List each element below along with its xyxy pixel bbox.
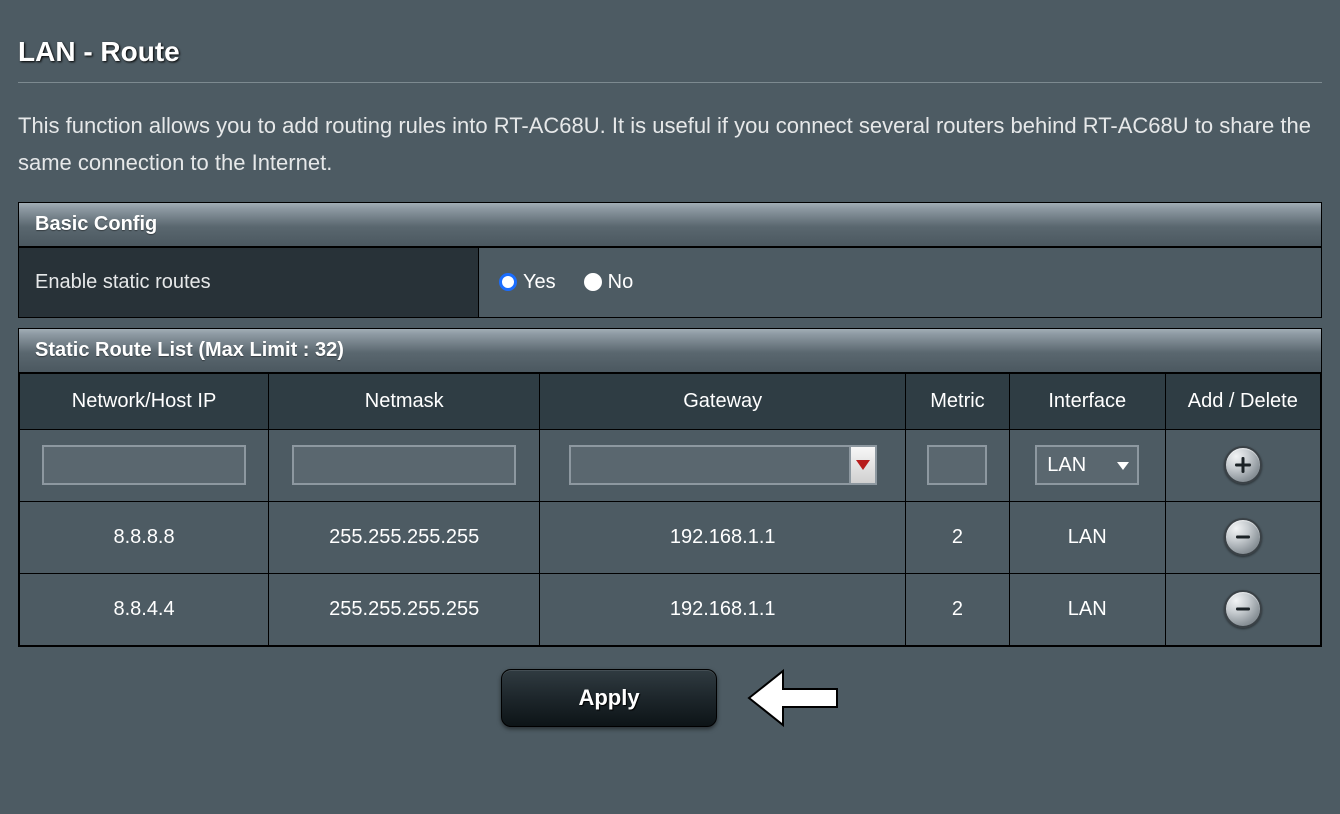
route-table: Network/Host IP Netmask Gateway Metric I… (19, 373, 1321, 646)
route-gateway: 192.168.1.1 (540, 501, 906, 573)
delete-route-button[interactable] (1224, 518, 1262, 556)
basic-config-panel: Basic Config Enable static routes Yes No (18, 202, 1322, 318)
route-table-header-row: Network/Host IP Netmask Gateway Metric I… (20, 373, 1321, 429)
arrow-left-icon (747, 665, 839, 731)
new-interface-select[interactable]: LAN (1035, 445, 1139, 485)
route-gateway: 192.168.1.1 (540, 573, 906, 645)
minus-icon (1233, 527, 1253, 547)
col-header-metric: Metric (906, 373, 1010, 429)
apply-button[interactable]: Apply (501, 669, 717, 727)
col-header-iface: Interface (1009, 373, 1165, 429)
route-row: 8.8.4.4 255.255.255.255 192.168.1.1 2 LA… (20, 573, 1321, 645)
apply-button-label: Apply (578, 685, 639, 711)
new-ip-input[interactable] (42, 445, 246, 485)
chevron-down-icon (856, 460, 870, 470)
enable-static-routes-value: Yes No (479, 248, 1321, 317)
basic-config-header: Basic Config (19, 203, 1321, 247)
route-mask: 255.255.255.255 (269, 573, 540, 645)
route-iface: LAN (1009, 501, 1165, 573)
static-route-header: Static Route List (Max Limit : 32) (19, 329, 1321, 373)
radio-no[interactable] (584, 273, 602, 291)
route-metric: 2 (906, 573, 1010, 645)
route-row: 8.8.8.8 255.255.255.255 192.168.1.1 2 LA… (20, 501, 1321, 573)
radio-no-label: No (608, 271, 634, 294)
col-header-action: Add / Delete (1165, 373, 1320, 429)
radio-no-wrap[interactable]: No (584, 271, 634, 294)
radio-yes[interactable] (499, 273, 517, 291)
minus-icon (1233, 599, 1253, 619)
new-gateway-input[interactable] (569, 445, 849, 485)
new-interface-selected: LAN (1047, 454, 1086, 477)
page-title: LAN - Route (18, 36, 1322, 68)
route-mask: 255.255.255.255 (269, 501, 540, 573)
gateway-dropdown-button[interactable] (849, 445, 877, 485)
route-metric: 2 (906, 501, 1010, 573)
route-ip: 8.8.4.4 (20, 573, 269, 645)
add-route-button[interactable] (1224, 446, 1262, 484)
static-route-panel: Static Route List (Max Limit : 32) Netwo… (18, 328, 1322, 647)
new-mask-input[interactable] (292, 445, 516, 485)
plus-icon (1233, 455, 1253, 475)
new-metric-input[interactable] (927, 445, 987, 485)
radio-yes-label: Yes (523, 271, 556, 294)
enable-static-routes-label: Enable static routes (19, 248, 479, 317)
radio-yes-wrap[interactable]: Yes (499, 271, 556, 294)
route-ip: 8.8.8.8 (20, 501, 269, 573)
apply-row: Apply (18, 665, 1322, 731)
route-table-body: LAN 8.8.8.8 255. (20, 429, 1321, 645)
col-header-gateway: Gateway (540, 373, 906, 429)
route-new-row: LAN (20, 429, 1321, 501)
route-iface: LAN (1009, 573, 1165, 645)
delete-route-button[interactable] (1224, 590, 1262, 628)
page-description: This function allows you to add routing … (18, 107, 1322, 182)
title-divider (18, 82, 1322, 83)
col-header-ip: Network/Host IP (20, 373, 269, 429)
col-header-mask: Netmask (269, 373, 540, 429)
enable-static-routes-row: Enable static routes Yes No (19, 247, 1321, 317)
